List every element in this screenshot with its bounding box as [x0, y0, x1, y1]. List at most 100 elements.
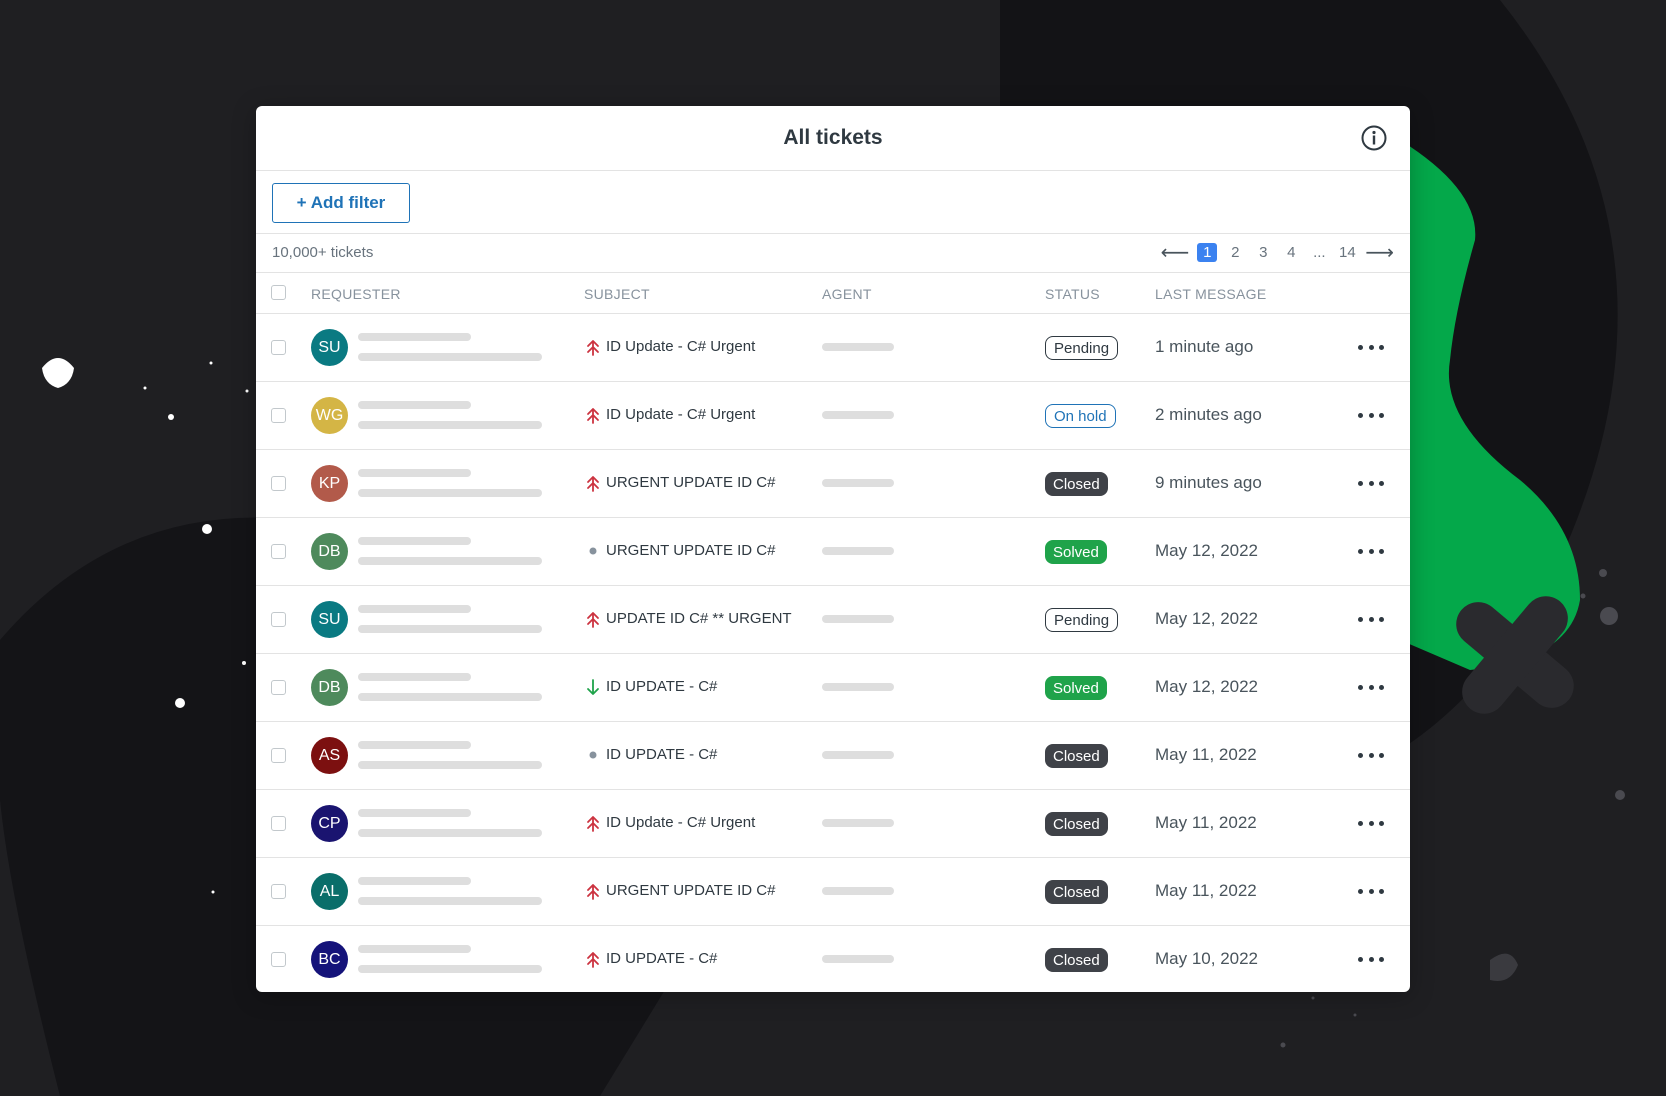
more-actions-icon[interactable]	[1358, 812, 1384, 834]
priority-urgent-icon	[586, 406, 600, 424]
column-header-last-message[interactable]: LAST MESSAGE	[1155, 286, 1267, 302]
page-4-button[interactable]: 4	[1281, 244, 1301, 261]
table-row[interactable]: SU UPDATE ID C# ** URGENT Pending May 12…	[256, 586, 1410, 654]
requester-name-placeholder	[358, 945, 471, 953]
priority-urgent-icon	[586, 610, 600, 628]
status-badge: Pending	[1045, 336, 1119, 360]
requester-name-placeholder	[358, 673, 471, 681]
table-row[interactable]: KP URGENT UPDATE ID C# Closed 9 minutes …	[256, 450, 1410, 518]
row-checkbox[interactable]	[271, 952, 286, 967]
ticket-subject[interactable]: ID Update - C# Urgent	[606, 338, 755, 355]
status-badge: Pending	[1045, 608, 1119, 632]
add-filter-button[interactable]: + Add filter	[272, 183, 410, 223]
table-row[interactable]: AS ID UPDATE - C# Closed May 11, 2022	[256, 722, 1410, 790]
priority-normal-icon	[586, 542, 600, 560]
page-1-button[interactable]: 1	[1197, 243, 1218, 262]
avatar: DB	[311, 669, 348, 706]
ticket-subject[interactable]: ID Update - C# Urgent	[606, 406, 755, 423]
row-checkbox[interactable]	[271, 612, 286, 627]
page-last-button[interactable]: 14	[1337, 244, 1357, 261]
info-icon[interactable]	[1360, 124, 1388, 152]
requester-name-placeholder	[358, 537, 471, 545]
requester-email-placeholder	[358, 353, 542, 361]
table-row[interactable]: SU ID Update - C# Urgent Pending 1 minut…	[256, 314, 1410, 382]
requester-email-placeholder	[358, 625, 542, 633]
last-message-time: 1 minute ago	[1155, 337, 1254, 356]
agent-placeholder	[822, 887, 894, 895]
ticket-subject[interactable]: URGENT UPDATE ID C#	[606, 474, 775, 491]
column-header-subject[interactable]: SUBJECT	[584, 286, 650, 302]
ticket-subject[interactable]: UPDATE ID C# ** URGENT	[606, 610, 792, 627]
row-checkbox[interactable]	[271, 476, 286, 491]
ticket-subject[interactable]: ID Update - C# Urgent	[606, 814, 755, 831]
select-all-checkbox[interactable]	[271, 285, 286, 300]
requester-email-placeholder	[358, 693, 542, 701]
priority-low-icon	[586, 678, 600, 696]
ticket-subject[interactable]: URGENT UPDATE ID C#	[606, 882, 775, 899]
table-header: REQUESTER SUBJECT AGENT STATUS LAST MESS…	[256, 273, 1410, 314]
ticket-list: SU ID Update - C# Urgent Pending 1 minut…	[256, 314, 1410, 992]
avatar: AS	[311, 737, 348, 774]
agent-placeholder	[822, 479, 894, 487]
requester-email-placeholder	[358, 421, 542, 429]
pagination-ellipsis: ...	[1313, 244, 1326, 261]
row-checkbox[interactable]	[271, 748, 286, 763]
column-header-requester[interactable]: REQUESTER	[311, 286, 401, 302]
avatar: KP	[311, 465, 348, 502]
ticket-subject[interactable]: ID UPDATE - C#	[606, 746, 717, 763]
more-actions-icon[interactable]	[1358, 540, 1384, 562]
requester-name-placeholder	[358, 469, 471, 477]
requester-email-placeholder	[358, 965, 542, 973]
requester-email-placeholder	[358, 897, 542, 905]
last-message-time: May 11, 2022	[1155, 881, 1257, 900]
agent-placeholder	[822, 751, 894, 759]
more-actions-icon[interactable]	[1358, 608, 1384, 630]
column-header-agent[interactable]: AGENT	[822, 286, 872, 302]
more-actions-icon[interactable]	[1358, 948, 1384, 970]
requester-name-placeholder	[358, 333, 471, 341]
priority-normal-icon	[586, 746, 600, 764]
table-row[interactable]: AL URGENT UPDATE ID C# Closed May 11, 20…	[256, 858, 1410, 926]
table-row[interactable]: DB URGENT UPDATE ID C# Solved May 12, 20…	[256, 518, 1410, 586]
agent-placeholder	[822, 343, 894, 351]
page-2-button[interactable]: 2	[1225, 244, 1245, 261]
status-badge: Closed	[1045, 880, 1108, 904]
row-checkbox[interactable]	[271, 544, 286, 559]
more-actions-icon[interactable]	[1358, 676, 1384, 698]
requester-name-placeholder	[358, 605, 471, 613]
last-message-time: 9 minutes ago	[1155, 473, 1262, 492]
more-actions-icon[interactable]	[1358, 472, 1384, 494]
row-checkbox[interactable]	[271, 408, 286, 423]
status-badge: Solved	[1045, 540, 1107, 564]
table-row[interactable]: CP ID Update - C# Urgent Closed May 11, …	[256, 790, 1410, 858]
more-actions-icon[interactable]	[1358, 744, 1384, 766]
requester-name-placeholder	[358, 877, 471, 885]
ticket-subject[interactable]: ID UPDATE - C#	[606, 950, 717, 967]
agent-placeholder	[822, 411, 894, 419]
row-checkbox[interactable]	[271, 340, 286, 355]
page-3-button[interactable]: 3	[1253, 244, 1273, 261]
ticket-subject[interactable]: URGENT UPDATE ID C#	[606, 542, 775, 559]
status-badge: Closed	[1045, 472, 1108, 496]
prev-page-arrow-icon[interactable]: ⟵	[1161, 240, 1190, 265]
next-page-arrow-icon[interactable]: ⟶	[1365, 240, 1394, 265]
status-badge: Closed	[1045, 812, 1108, 836]
row-checkbox[interactable]	[271, 680, 286, 695]
priority-urgent-icon	[586, 882, 600, 900]
more-actions-icon[interactable]	[1358, 404, 1384, 426]
table-row[interactable]: WG ID Update - C# Urgent On hold 2 minut…	[256, 382, 1410, 450]
requester-email-placeholder	[358, 761, 542, 769]
table-row[interactable]: BC ID UPDATE - C# Closed May 10, 2022	[256, 926, 1410, 992]
row-checkbox[interactable]	[271, 884, 286, 899]
pagination: ⟵ 1 2 3 4 ... 14 ⟶	[1161, 240, 1394, 265]
row-checkbox[interactable]	[271, 816, 286, 831]
more-actions-icon[interactable]	[1358, 880, 1384, 902]
avatar: AL	[311, 873, 348, 910]
more-actions-icon[interactable]	[1358, 336, 1384, 358]
last-message-time: May 10, 2022	[1155, 949, 1259, 968]
priority-urgent-icon	[586, 474, 600, 492]
table-row[interactable]: DB ID UPDATE - C# Solved May 12, 2022	[256, 654, 1410, 722]
column-header-status[interactable]: STATUS	[1045, 286, 1100, 302]
requester-name-placeholder	[358, 741, 471, 749]
ticket-subject[interactable]: ID UPDATE - C#	[606, 678, 717, 695]
